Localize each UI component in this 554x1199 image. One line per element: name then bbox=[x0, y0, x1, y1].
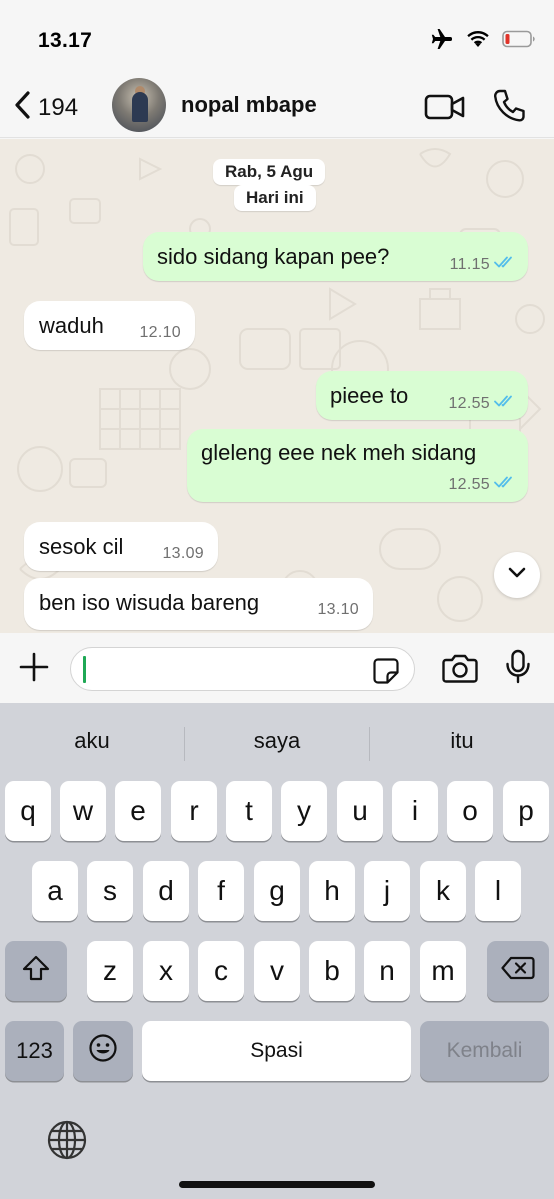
suggestion-bar: aku saya itu bbox=[0, 721, 554, 765]
message-bubble-incoming[interactable]: ben iso wisuda bareng 13.10 bbox=[24, 578, 373, 630]
key-t[interactable]: t bbox=[226, 781, 272, 841]
message-input[interactable] bbox=[70, 647, 415, 691]
text-caret bbox=[83, 656, 86, 683]
key-s[interactable]: s bbox=[87, 861, 133, 921]
key-b[interactable]: b bbox=[309, 941, 355, 1001]
camera-icon[interactable] bbox=[442, 653, 478, 688]
key-z[interactable]: z bbox=[87, 941, 133, 1001]
key-o[interactable]: o bbox=[447, 781, 493, 841]
space-key[interactable]: Spasi bbox=[142, 1021, 411, 1081]
contact-avatar[interactable] bbox=[112, 78, 166, 132]
key-k[interactable]: k bbox=[420, 861, 466, 921]
double-check-icon bbox=[494, 475, 516, 494]
message-time: 13.09 bbox=[162, 545, 204, 562]
message-bubble-outgoing[interactable]: sido sidang kapan pee? 11.15 bbox=[143, 232, 528, 281]
message-composer bbox=[0, 633, 554, 703]
microphone-icon[interactable] bbox=[505, 649, 531, 690]
message-text: sido sidang kapan pee? bbox=[157, 244, 390, 269]
key-y[interactable]: y bbox=[281, 781, 327, 841]
shift-icon bbox=[21, 954, 51, 989]
message-meta: 12.55 bbox=[448, 475, 516, 494]
key-f[interactable]: f bbox=[198, 861, 244, 921]
status-icons bbox=[430, 28, 536, 54]
key-m[interactable]: m bbox=[420, 941, 466, 1001]
key-v[interactable]: v bbox=[254, 941, 300, 1001]
numbers-key[interactable]: 123 bbox=[5, 1021, 64, 1081]
key-h[interactable]: h bbox=[309, 861, 355, 921]
backspace-icon bbox=[501, 955, 535, 988]
back-button[interactable]: 194 bbox=[12, 90, 78, 125]
video-call-icon[interactable] bbox=[424, 92, 466, 127]
sticker-icon[interactable] bbox=[372, 657, 400, 690]
key-n[interactable]: n bbox=[364, 941, 410, 1001]
key-q[interactable]: q bbox=[5, 781, 51, 841]
message-bubble-outgoing[interactable]: pieee to 12.55 bbox=[316, 371, 528, 420]
message-bubble-outgoing[interactable]: gleleng eee nek meh sidang 12.55 bbox=[187, 429, 528, 502]
message-time: 12.10 bbox=[139, 324, 181, 341]
emoji-key[interactable] bbox=[73, 1021, 133, 1081]
double-check-icon bbox=[494, 394, 516, 413]
chevron-down-icon bbox=[507, 566, 527, 585]
key-g[interactable]: g bbox=[254, 861, 300, 921]
status-time: 13.17 bbox=[38, 29, 93, 52]
battery-icon bbox=[502, 30, 536, 53]
message-time: 12.55 bbox=[448, 475, 490, 493]
suggestion-1[interactable]: aku bbox=[0, 721, 184, 761]
key-p[interactable]: p bbox=[503, 781, 549, 841]
return-key[interactable]: Kembali bbox=[420, 1021, 549, 1081]
key-w[interactable]: w bbox=[60, 781, 106, 841]
contact-name[interactable]: nopal mbape bbox=[181, 92, 317, 118]
shift-key[interactable] bbox=[5, 941, 67, 1001]
status-bar: 13.17 bbox=[0, 0, 554, 78]
message-text: gleleng eee nek meh sidang bbox=[201, 440, 477, 465]
scroll-to-bottom-button[interactable] bbox=[494, 552, 540, 598]
plus-icon[interactable] bbox=[18, 651, 50, 688]
key-i[interactable]: i bbox=[392, 781, 438, 841]
message-text: sesok cil bbox=[39, 534, 124, 559]
message-time: 12.55 bbox=[448, 394, 490, 412]
key-d[interactable]: d bbox=[143, 861, 189, 921]
suggestion-2[interactable]: saya bbox=[185, 721, 369, 761]
unread-count: 194 bbox=[38, 93, 79, 121]
key-x[interactable]: x bbox=[143, 941, 189, 1001]
globe-icon[interactable] bbox=[46, 1119, 88, 1166]
key-a[interactable]: a bbox=[32, 861, 78, 921]
message-text: ben iso wisuda bareng bbox=[39, 590, 260, 615]
message-meta: 11.15 bbox=[450, 255, 516, 274]
today-label: Hari ini bbox=[234, 185, 316, 211]
emoji-icon bbox=[88, 1033, 118, 1070]
airplane-mode-icon bbox=[430, 28, 454, 55]
keyboard: aku saya itu q w e r t y u i o p a s d f… bbox=[0, 703, 554, 1199]
chevron-left-icon bbox=[12, 90, 32, 125]
message-bubble-incoming[interactable]: sesok cil 13.09 bbox=[24, 522, 218, 571]
chat-area[interactable]: Rab, 5 Agu Hari ini sido sidang kapan pe… bbox=[0, 139, 554, 633]
key-c[interactable]: c bbox=[198, 941, 244, 1001]
home-indicator[interactable] bbox=[179, 1181, 375, 1188]
message-meta: 12.55 bbox=[448, 394, 516, 413]
message-text: waduh bbox=[39, 313, 104, 338]
message-time: 13.10 bbox=[317, 601, 359, 618]
suggestion-3[interactable]: itu bbox=[370, 721, 554, 761]
key-j[interactable]: j bbox=[364, 861, 410, 921]
key-l[interactable]: l bbox=[475, 861, 521, 921]
chat-header: 194 nopal mbape bbox=[0, 78, 554, 138]
date-label: Rab, 5 Agu bbox=[213, 159, 326, 185]
message-time: 11.15 bbox=[449, 255, 490, 273]
voice-call-icon[interactable] bbox=[492, 88, 526, 129]
message-text: pieee to bbox=[330, 383, 409, 408]
key-r[interactable]: r bbox=[171, 781, 217, 841]
key-u[interactable]: u bbox=[337, 781, 383, 841]
message-bubble-incoming[interactable]: waduh 12.10 bbox=[24, 301, 195, 350]
backspace-key[interactable] bbox=[487, 941, 549, 1001]
wifi-icon bbox=[466, 30, 490, 53]
double-check-icon bbox=[494, 255, 516, 274]
key-e[interactable]: e bbox=[115, 781, 161, 841]
